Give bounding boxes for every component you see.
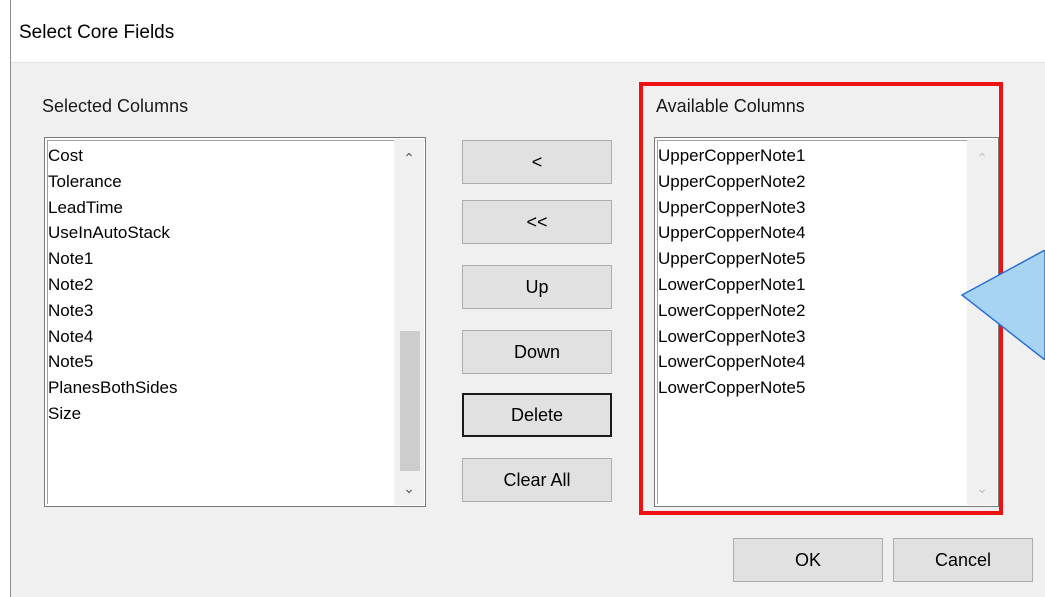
- list-item[interactable]: UpperCopperNote5: [658, 246, 805, 272]
- list-item[interactable]: Cost: [48, 143, 177, 169]
- list-item[interactable]: LowerCopperNote4: [658, 349, 805, 375]
- dialog-title: Select Core Fields: [19, 22, 175, 43]
- chevron-up-icon[interactable]: ⌃: [394, 145, 424, 171]
- list-item[interactable]: Note2: [48, 272, 177, 298]
- clear-all-button[interactable]: Clear All: [462, 458, 612, 502]
- selected-columns-scrollbar[interactable]: ⌃ ⌄: [394, 139, 424, 505]
- available-columns-items: UpperCopperNote1 UpperCopperNote2 UpperCop…: [658, 143, 805, 401]
- title-bar[interactable]: Select Core Fields: [11, 0, 1045, 63]
- move-down-button[interactable]: Down: [462, 330, 612, 374]
- scrollbar-thumb[interactable]: [400, 331, 420, 471]
- available-columns-scrollbar: ⌃ ⌄: [967, 139, 997, 505]
- list-item[interactable]: LeadTime: [48, 195, 177, 221]
- list-item[interactable]: UpperCopperNote1: [658, 143, 805, 169]
- chevron-down-icon[interactable]: ⌄: [394, 475, 424, 501]
- select-core-fields-dialog: Select Core Fields Selected Columns Cost…: [10, 0, 1045, 597]
- list-item[interactable]: LowerCopperNote3: [658, 324, 805, 350]
- list-item[interactable]: UpperCopperNote2: [658, 169, 805, 195]
- chevron-up-icon: ⌃: [976, 150, 988, 166]
- list-item[interactable]: UpperCopperNote4: [658, 220, 805, 246]
- list-item[interactable]: Note1: [48, 246, 177, 272]
- list-item[interactable]: Note3: [48, 298, 177, 324]
- list-item[interactable]: Size: [48, 401, 177, 427]
- list-item[interactable]: UseInAutoStack: [48, 220, 177, 246]
- list-item[interactable]: LowerCopperNote5: [658, 375, 805, 401]
- list-item[interactable]: UpperCopperNote3: [658, 195, 805, 221]
- cancel-button[interactable]: Cancel: [893, 538, 1033, 582]
- delete-button[interactable]: Delete: [462, 393, 612, 437]
- chevron-down-icon: ⌄: [976, 480, 988, 496]
- selected-columns-label: Selected Columns: [42, 96, 189, 116]
- list-item[interactable]: PlanesBothSides: [48, 375, 177, 401]
- move-up-button[interactable]: Up: [462, 265, 612, 309]
- selected-columns-list[interactable]: Cost Tolerance LeadTime UseInAutoStack Note1…: [44, 137, 426, 507]
- list-item[interactable]: LowerCopperNote2: [658, 298, 805, 324]
- list-item[interactable]: Note5: [48, 349, 177, 375]
- available-columns-list[interactable]: UpperCopperNote1 UpperCopperNote2 UpperCop…: [654, 137, 999, 507]
- selected-columns-items: Cost Tolerance LeadTime UseInAutoStack Note1…: [48, 143, 177, 427]
- list-item[interactable]: Note4: [48, 324, 177, 350]
- move-all-left-button[interactable]: <<: [462, 200, 612, 244]
- list-item[interactable]: LowerCopperNote1: [658, 272, 805, 298]
- ok-button[interactable]: OK: [733, 538, 883, 582]
- move-left-button[interactable]: <: [462, 140, 612, 184]
- available-columns-label: Available Columns: [656, 96, 805, 116]
- list-item[interactable]: Tolerance: [48, 169, 177, 195]
